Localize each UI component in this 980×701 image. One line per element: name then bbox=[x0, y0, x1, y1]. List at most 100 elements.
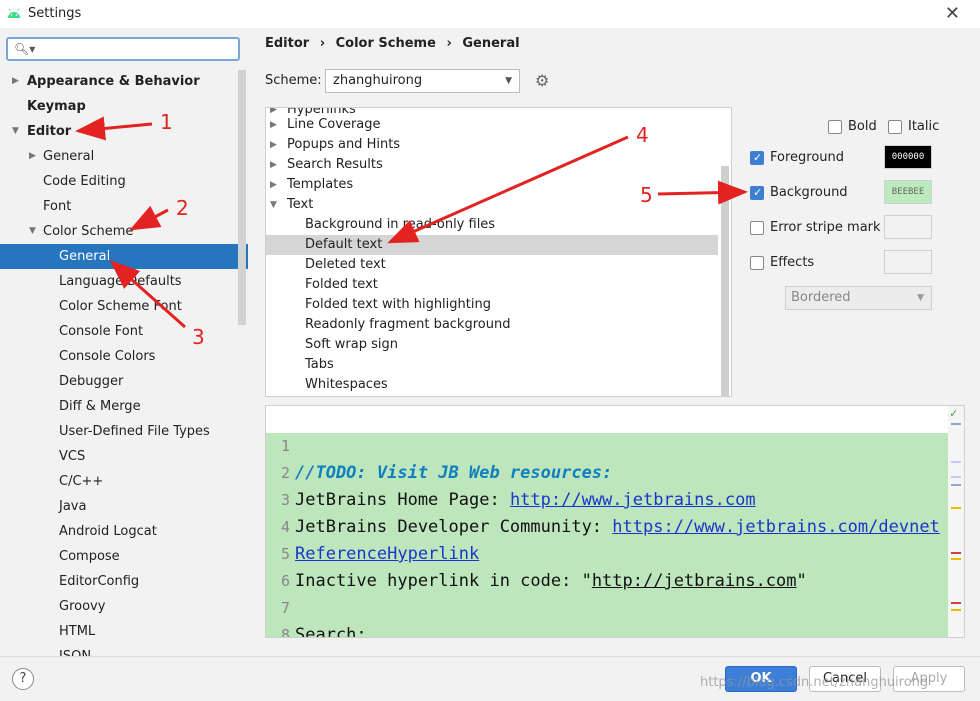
sidebar-item-label: General bbox=[59, 249, 111, 264]
preview-line: 8 result = "text, text, text"; bbox=[266, 595, 951, 637]
sidebar-item-label: Groovy bbox=[59, 599, 106, 614]
annotation-label-5: 5 bbox=[640, 183, 653, 207]
close-icon[interactable]: ✕ bbox=[945, 3, 960, 24]
expand-arrow-icon[interactable]: ▶ bbox=[12, 69, 19, 94]
sidebar-item-diff-merge[interactable]: Diff & Merge bbox=[0, 394, 248, 419]
expand-arrow-icon[interactable]: ▶ bbox=[270, 155, 277, 175]
effects-type-select[interactable]: Bordered ▼ bbox=[785, 286, 932, 310]
sidebar-item-console-font[interactable]: Console Font bbox=[0, 319, 248, 344]
sidebar-item-json[interactable]: JSON bbox=[0, 644, 248, 656]
sidebar-item-color-scheme[interactable]: ▼ Color Scheme bbox=[0, 219, 248, 244]
error-stripe-checkbox[interactable] bbox=[750, 221, 764, 235]
effects-color-swatch[interactable] bbox=[884, 250, 932, 274]
stripe-mark bbox=[951, 602, 961, 604]
tree-item-popups-hints[interactable]: ▶ Popups and Hints bbox=[266, 135, 718, 155]
tree-item-label: Folded text bbox=[305, 277, 378, 292]
sidebar-item-android-logcat[interactable]: Android Logcat bbox=[0, 519, 248, 544]
sidebar-item-java[interactable]: Java bbox=[0, 494, 248, 519]
collapse-arrow-icon[interactable]: ▼ bbox=[270, 195, 277, 215]
gear-icon[interactable]: ⚙︎ bbox=[535, 71, 549, 90]
sidebar-item-groovy[interactable]: Groovy bbox=[0, 594, 248, 619]
sidebar-item-label: Color Scheme bbox=[43, 224, 134, 239]
sidebar-item-editor[interactable]: ▼ Editor bbox=[0, 119, 248, 144]
sidebar-item-label: C/C++ bbox=[59, 474, 104, 489]
watermark: https://blog.csdn.net/zhanghuirong bbox=[700, 675, 929, 690]
sidebar-item-html[interactable]: HTML bbox=[0, 619, 248, 644]
sidebar-item-debugger[interactable]: Debugger bbox=[0, 369, 248, 394]
tree-item-label: Line Coverage bbox=[287, 117, 381, 132]
tree-item-folded-text[interactable]: Folded text bbox=[266, 275, 718, 295]
foreground-color-swatch[interactable]: 000000 bbox=[884, 145, 932, 169]
tree-item-folded-text-highlighting[interactable]: Folded text with highlighting bbox=[266, 295, 718, 315]
tree-item-label: Folded text with highlighting bbox=[305, 297, 491, 312]
help-button[interactable]: ? bbox=[12, 668, 34, 690]
tree-item-whitespaces[interactable]: Whitespaces bbox=[266, 375, 718, 395]
sidebar-item-compose[interactable]: Compose bbox=[0, 544, 248, 569]
tree-scrollbar[interactable] bbox=[721, 166, 729, 396]
stripe-mark bbox=[951, 507, 961, 509]
tree-item-search-results[interactable]: ▶ Search Results bbox=[266, 155, 718, 175]
sidebar-item-color-scheme-general[interactable]: General bbox=[0, 244, 248, 269]
foreground-checkbox[interactable] bbox=[750, 151, 764, 165]
expand-arrow-icon[interactable]: ▶ bbox=[270, 115, 277, 135]
search-icon: 🔍︎▾ bbox=[14, 42, 36, 56]
sidebar-item-label: EditorConfig bbox=[59, 574, 140, 589]
stripe-mark bbox=[951, 609, 961, 611]
search-input[interactable]: 🔍︎▾ bbox=[6, 37, 240, 61]
effects-checkbox[interactable] bbox=[750, 256, 764, 270]
tree-item-background-readonly[interactable]: Background in read-only files bbox=[266, 215, 718, 235]
sidebar-item-user-defined-file-types[interactable]: User-Defined File Types bbox=[0, 419, 248, 444]
sidebar-item-font[interactable]: Font bbox=[0, 194, 248, 219]
annotation-label-2: 2 bbox=[176, 196, 189, 220]
sidebar-item-label: Code Editing bbox=[43, 174, 126, 189]
sidebar-item-appearance[interactable]: ▶ Appearance & Behavior bbox=[0, 69, 248, 94]
sidebar-item-label: Appearance & Behavior bbox=[27, 74, 200, 89]
error-stripe-bar[interactable]: ✓ bbox=[948, 406, 964, 637]
sidebar-item-color-scheme-font[interactable]: Color Scheme Font bbox=[0, 294, 248, 319]
sidebar-item-keymap[interactable]: Keymap bbox=[0, 94, 248, 119]
preview-line: 3 JetBrains Developer Community: https:/… bbox=[266, 460, 951, 537]
background-checkbox[interactable] bbox=[750, 186, 764, 200]
collapse-arrow-icon[interactable]: ▼ bbox=[29, 219, 36, 244]
android-icon bbox=[8, 8, 20, 18]
sidebar-item-editorconfig[interactable]: EditorConfig bbox=[0, 569, 248, 594]
preview-line: 6 bbox=[266, 541, 951, 590]
color-scheme-preview[interactable]: 1 //TODO: Visit JB Web resources: 2 JetB… bbox=[265, 405, 965, 638]
window-title: Settings bbox=[28, 6, 82, 21]
italic-checkbox[interactable] bbox=[888, 120, 902, 134]
sidebar-item-code-editing[interactable]: Code Editing bbox=[0, 169, 248, 194]
collapse-arrow-icon[interactable]: ▼ bbox=[12, 119, 19, 144]
stripe-mark bbox=[951, 552, 961, 554]
sidebar-item-cpp[interactable]: C/C++ bbox=[0, 469, 248, 494]
annotation-label-4: 4 bbox=[636, 123, 649, 147]
scheme-label: Scheme: bbox=[265, 73, 322, 88]
error-stripe-color-swatch[interactable] bbox=[884, 215, 932, 239]
check-icon: ✓ bbox=[950, 406, 958, 420]
expand-arrow-icon[interactable]: ▶ bbox=[270, 175, 277, 195]
sidebar-item-label: Diff & Merge bbox=[59, 399, 141, 414]
sidebar-item-editor-general[interactable]: ▶ General bbox=[0, 144, 248, 169]
expand-arrow-icon[interactable]: ▶ bbox=[270, 135, 277, 155]
background-color-swatch[interactable]: BEEBEE bbox=[884, 180, 932, 204]
bold-checkbox[interactable] bbox=[828, 120, 842, 134]
preview-line: 4 ReferenceHyperlink bbox=[266, 487, 951, 564]
tree-item-default-text[interactable]: Default text bbox=[266, 235, 718, 255]
sidebar-item-vcs[interactable]: VCS bbox=[0, 444, 248, 469]
scheme-select[interactable]: zhanghuirong ▼ bbox=[325, 69, 520, 93]
sidebar-item-console-colors[interactable]: Console Colors bbox=[0, 344, 248, 369]
expand-arrow-icon[interactable]: ▶ bbox=[29, 144, 36, 169]
stripe-mark bbox=[951, 484, 961, 486]
tree-item-readonly-fragment[interactable]: Readonly fragment background bbox=[266, 315, 718, 335]
sidebar-item-label: Console Colors bbox=[59, 349, 156, 364]
breadcrumb-color-scheme: Color Scheme bbox=[335, 36, 436, 51]
sidebar-item-label: Language Defaults bbox=[59, 274, 182, 289]
tree-item-tabs[interactable]: Tabs bbox=[266, 355, 718, 375]
tree-item-deleted-text[interactable]: Deleted text bbox=[266, 255, 718, 275]
sidebar-item-label: HTML bbox=[59, 624, 96, 639]
sidebar-item-language-defaults[interactable]: Language Defaults bbox=[0, 269, 248, 294]
tree-item-line-coverage[interactable]: ▶ Line Coverage bbox=[266, 115, 718, 135]
tree-item-soft-wrap[interactable]: Soft wrap sign bbox=[266, 335, 718, 355]
stripe-mark bbox=[951, 423, 961, 425]
sidebar-scrollbar[interactable] bbox=[238, 70, 246, 325]
sidebar-item-label: Keymap bbox=[27, 99, 86, 114]
